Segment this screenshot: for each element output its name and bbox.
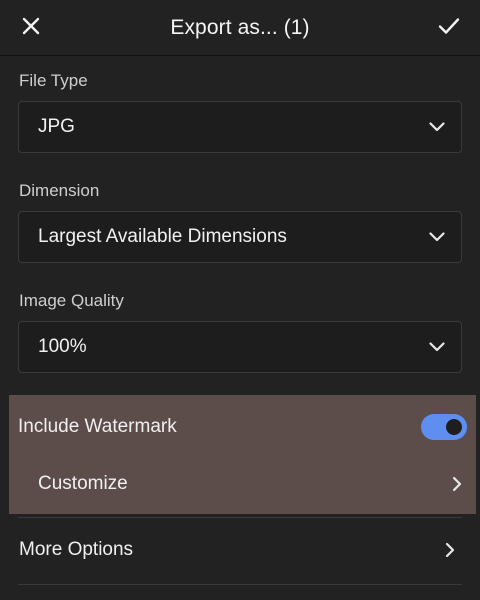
checkmark-icon [438, 17, 460, 40]
export-dialog: Export as... (1) File Type JPG Dimension… [0, 0, 480, 600]
image-quality-label: Image Quality [19, 291, 124, 310]
chevron-right-icon [449, 476, 465, 492]
image-quality-value: 100% [38, 336, 87, 357]
chevron-down-icon [427, 117, 447, 137]
customize-row[interactable]: Customize [38, 471, 467, 497]
watermark-section: Include Watermark Customize [9, 395, 476, 514]
divider [18, 584, 462, 585]
toggle-knob [444, 417, 464, 437]
customize-label: Customize [38, 473, 128, 494]
dimension-value: Largest Available Dimensions [38, 226, 287, 247]
file-type-select[interactable]: JPG [18, 101, 462, 153]
more-options-label: More Options [19, 539, 134, 560]
include-watermark-row[interactable]: Include Watermark [18, 414, 467, 440]
header-bar: Export as... (1) [0, 0, 480, 56]
chevron-down-icon [427, 227, 447, 247]
file-type-value: JPG [38, 116, 75, 137]
more-options-row[interactable]: More Options [19, 537, 462, 563]
close-icon [22, 17, 40, 40]
confirm-button[interactable] [431, 10, 467, 46]
dimension-select[interactable]: Largest Available Dimensions [18, 211, 462, 263]
include-watermark-label: Include Watermark [18, 416, 177, 437]
dimension-label: Dimension [19, 181, 100, 200]
chevron-down-icon [427, 337, 447, 357]
dialog-title: Export as... (1) [170, 15, 310, 39]
divider [18, 517, 462, 518]
include-watermark-toggle[interactable] [421, 414, 467, 440]
file-type-label: File Type [19, 71, 88, 90]
image-quality-select[interactable]: 100% [18, 321, 462, 373]
close-button[interactable] [13, 10, 49, 46]
chevron-right-icon [442, 542, 458, 558]
